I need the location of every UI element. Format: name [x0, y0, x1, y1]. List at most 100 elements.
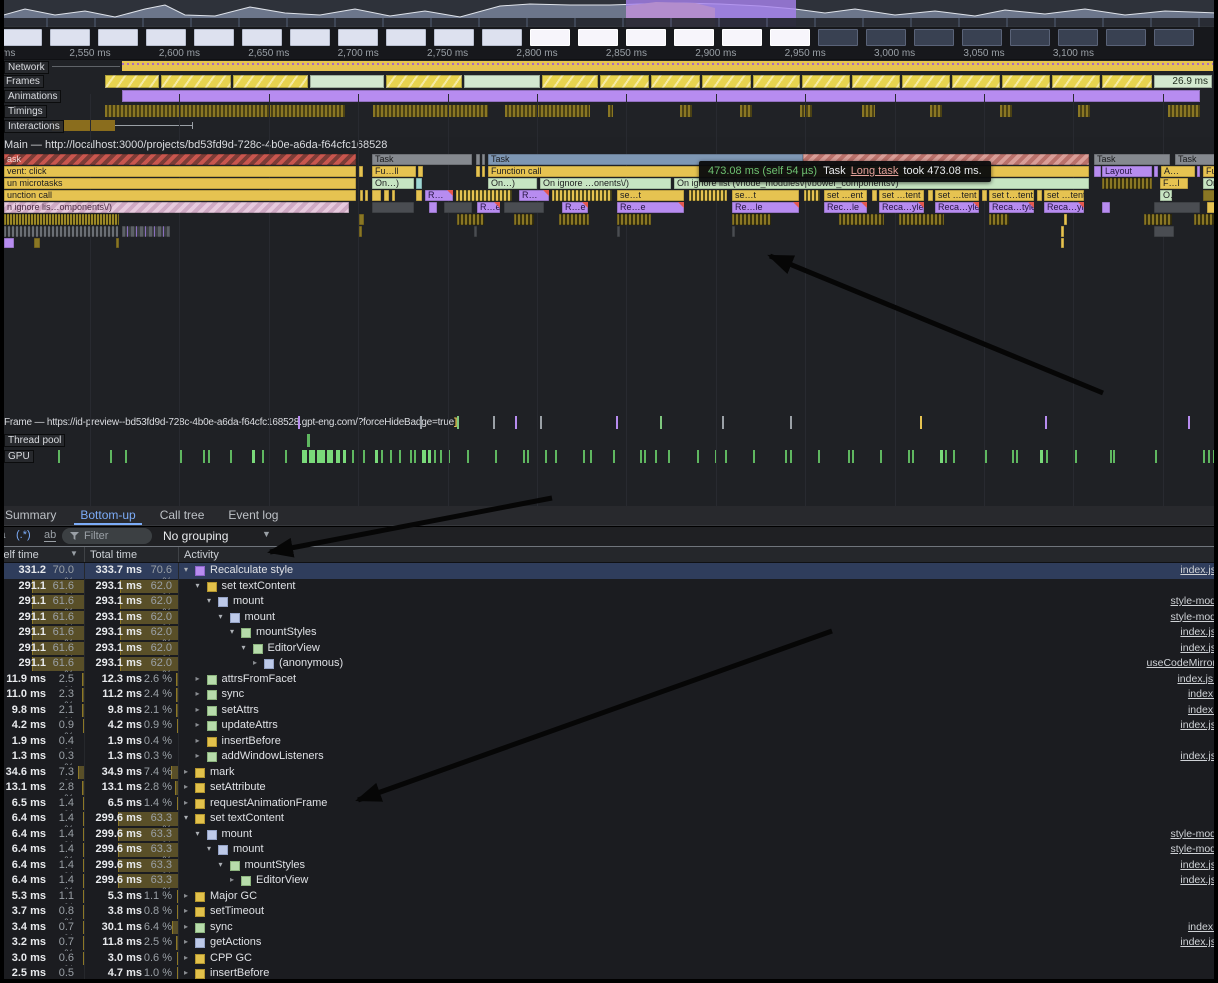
table-row[interactable]: 291.1 ms61.6 %293.1 ms62.0 %▾mountStyles… [0, 625, 1218, 641]
flame-event-settent[interactable]: set …tent [1044, 190, 1084, 201]
flame-event-a[interactable]: A… [1161, 166, 1195, 177]
collapse-arrow-icon[interactable]: ▾ [184, 565, 188, 574]
flame-event[interactable] [416, 190, 422, 201]
source-link[interactable]: index.js: [1177, 673, 1216, 685]
table-row[interactable]: 3.7 ms0.8 %3.8 ms0.8 %▸setTimeout [0, 904, 1218, 920]
source-link[interactable]: style-mod [1170, 595, 1216, 607]
filter-input[interactable]: Filter [62, 528, 152, 544]
flame-event[interactable] [872, 190, 877, 201]
flame-event[interactable] [476, 166, 480, 177]
collapse-arrow-icon[interactable]: ▾ [230, 627, 234, 636]
source-link[interactable]: index. [1188, 704, 1216, 716]
expand-arrow-icon[interactable]: ▸ [230, 875, 234, 884]
table-row[interactable]: 11.9 ms2.5 %12.3 ms2.6 %▸attrsFromFaceti… [0, 672, 1218, 688]
source-link[interactable]: index. [1188, 688, 1216, 700]
collapse-arrow-icon[interactable]: ▾ [184, 813, 188, 822]
flame-event[interactable] [689, 190, 727, 201]
table-row[interactable]: 6.4 ms1.4 %299.6 ms63.3 %▾mountstyle-mod [0, 827, 1218, 843]
expand-arrow-icon[interactable]: ▸ [196, 720, 200, 729]
table-row[interactable]: 3.2 ms0.7 %11.8 ms2.5 %▸getActionsindex.… [0, 935, 1218, 951]
flame-event-settent[interactable]: set …tent [935, 190, 979, 201]
flame-event-recatyle[interactable]: Reca…tyle [989, 202, 1034, 213]
flame-event-on[interactable]: On…) [488, 178, 537, 189]
flame-event[interactable] [559, 214, 589, 225]
table-row[interactable]: 291.1 ms61.6 %293.1 ms62.0 %▾EditorViewi… [0, 641, 1218, 657]
flame-event[interactable] [416, 178, 422, 189]
flame-event[interactable] [514, 214, 534, 225]
flame-event-on[interactable]: On…) [372, 178, 414, 189]
table-row[interactable]: 6.4 ms1.4 %299.6 ms63.3 %▾mountStylesind… [0, 858, 1218, 874]
expand-arrow-icon[interactable]: ▸ [196, 689, 200, 698]
collapse-arrow-icon[interactable]: ▾ [242, 643, 246, 652]
flame-event[interactable] [1064, 214, 1067, 225]
collapse-arrow-icon[interactable]: ▾ [207, 844, 211, 853]
source-link[interactable]: useCodeMirror [1147, 657, 1216, 669]
flame-event-ree[interactable]: Re…e [617, 202, 684, 213]
table-row[interactable]: 6.4 ms1.4 %299.6 ms63.3 %▸EditorViewinde… [0, 873, 1218, 889]
source-link[interactable]: index.js [1180, 874, 1216, 886]
flame-event-set[interactable]: se…t [617, 190, 684, 201]
source-link[interactable]: index. [1188, 921, 1216, 933]
whole-word-icon[interactable]: ab [44, 529, 56, 542]
flame-event[interactable] [34, 238, 40, 248]
flame-event[interactable] [359, 166, 363, 177]
flame-event[interactable] [504, 202, 544, 213]
flame-event[interactable] [456, 190, 512, 201]
flame-event-recle[interactable]: Rec…le [824, 202, 867, 213]
flame-event[interactable] [4, 214, 119, 225]
sort-descending-icon[interactable]: ▼ [70, 549, 78, 558]
flame-event[interactable] [418, 166, 423, 177]
track-network-label[interactable]: Network [4, 61, 49, 74]
expand-arrow-icon[interactable]: ▸ [196, 674, 200, 683]
table-row[interactable]: 13.1 ms2.8 %13.1 ms2.8 %▸setAttribute [0, 780, 1218, 796]
flame-event[interactable] [360, 190, 363, 201]
flame-event[interactable] [359, 226, 362, 237]
table-row[interactable]: 6.4 ms1.4 %299.6 ms63.3 %▾mountstyle-mod [0, 842, 1218, 858]
collapse-arrow-icon[interactable]: ▾ [196, 829, 200, 838]
source-link[interactable]: index.js [1180, 936, 1216, 948]
column-self-time[interactable]: Self time [0, 549, 39, 561]
flame-event-onignoreonents[interactable]: On ignore …onents\/) [540, 178, 671, 189]
flame-event-re[interactable]: R…e [477, 202, 500, 213]
table-row[interactable]: 9.8 ms2.1 %9.8 ms2.1 %▸setAttrsindex. [0, 703, 1218, 719]
source-link[interactable]: index.js [1180, 719, 1216, 731]
flame-event[interactable] [4, 226, 119, 237]
flame-event-o[interactable]: O… [1160, 190, 1172, 201]
long-task-link[interactable]: Long task [846, 165, 899, 177]
flame-event[interactable] [1154, 202, 1200, 213]
flame-event[interactable] [1154, 226, 1174, 237]
flame-event[interactable] [732, 214, 771, 225]
flame-event[interactable] [552, 190, 612, 201]
flame-event-full[interactable]: Fu…ll [372, 166, 416, 177]
table-row[interactable]: 5.3 ms1.1 %5.3 ms1.1 %▸Major GC [0, 889, 1218, 905]
flame-event-unctioncall[interactable]: unction call [4, 190, 356, 201]
tab-summary[interactable]: Summary [0, 506, 68, 525]
flame-event[interactable] [4, 238, 14, 248]
table-row[interactable]: 11.0 ms2.3 %11.2 ms2.4 %▸syncindex. [0, 687, 1218, 703]
tab-bottom-up[interactable]: Bottom-up [68, 506, 147, 525]
column-divider[interactable] [178, 547, 179, 562]
flame-event[interactable] [989, 214, 1009, 225]
flame-event[interactable] [617, 226, 620, 237]
flame-event[interactable] [1154, 166, 1158, 177]
source-link[interactable]: style-mod [1170, 843, 1216, 855]
flame-event-set[interactable]: se…t [732, 190, 799, 201]
flame-event-ventclick[interactable]: vent: click [4, 166, 356, 177]
track-interactions-label[interactable]: Interactions [4, 120, 64, 133]
flame-event[interactable] [474, 226, 477, 237]
expand-arrow-icon[interactable]: ▸ [253, 658, 257, 667]
flame-event[interactable] [482, 154, 485, 165]
expand-arrow-icon[interactable]: ▸ [184, 953, 188, 962]
flame-event-task[interactable]: Task [1175, 154, 1218, 165]
table-row[interactable]: 1.3 ms0.3 %1.3 ms0.3 %▸addWindowListener… [0, 749, 1218, 765]
tab-event-log[interactable]: Event log [216, 506, 290, 525]
column-total-time[interactable]: Total time [90, 549, 137, 561]
column-divider[interactable] [84, 547, 85, 562]
table-row[interactable]: 4.2 ms0.9 %4.2 ms0.9 %▸updateAttrsindex.… [0, 718, 1218, 734]
flame-event[interactable] [359, 214, 364, 225]
flame-event[interactable] [1102, 202, 1110, 213]
flame-event[interactable] [732, 226, 735, 237]
table-row[interactable]: 291.1 ms61.6 %293.1 ms62.0 %▾mountstyle-… [0, 610, 1218, 626]
source-link[interactable]: index.js [1180, 859, 1216, 871]
flame-event-setent[interactable]: set …ent [824, 190, 867, 201]
